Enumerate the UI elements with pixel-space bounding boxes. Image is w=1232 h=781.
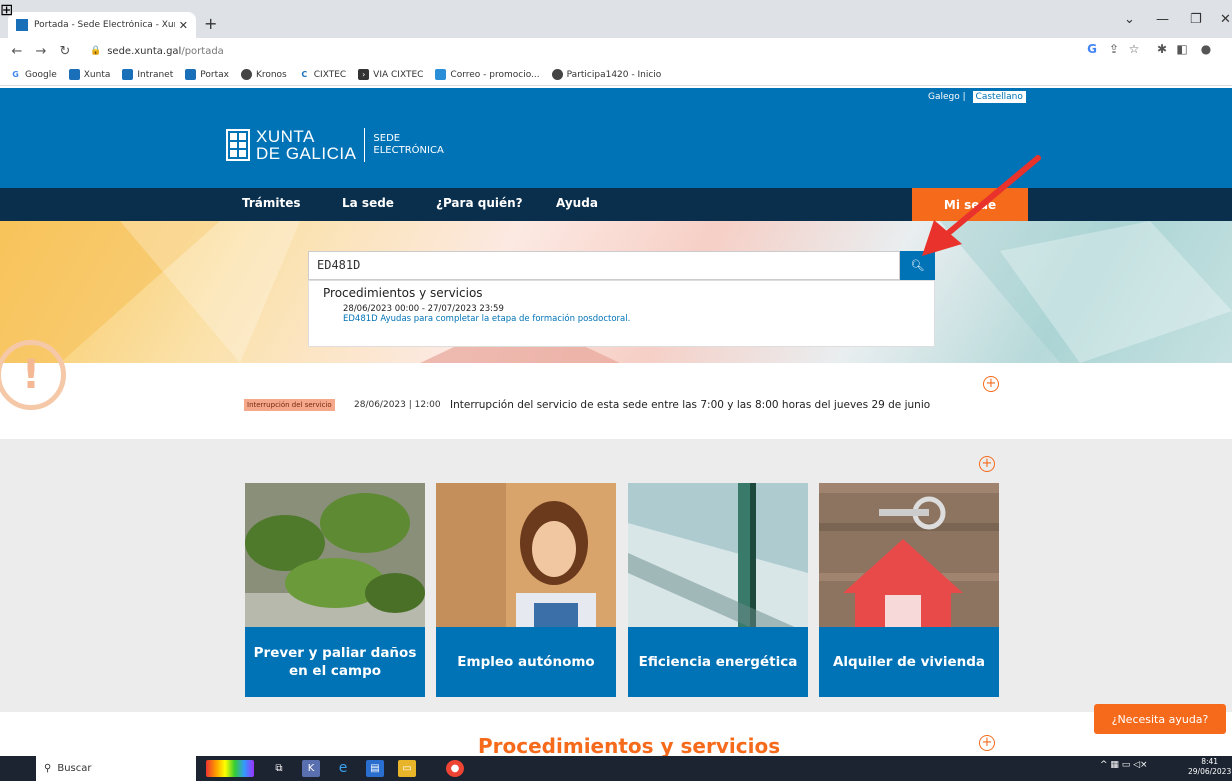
lang-castellano-link[interactable]: Castellano (972, 91, 1026, 103)
bookmark-cixtec[interactable]: C CIXTEC (299, 69, 346, 80)
card-label: Prever y paliar daños en el campo (245, 627, 425, 697)
bookmark-participa[interactable]: Participa1420 - Inicio (551, 69, 661, 80)
xunta-icon (122, 69, 134, 80)
menu-tramites[interactable]: Trámites (242, 196, 301, 210)
restore-icon[interactable]: ❐ (1190, 12, 1202, 27)
tab-close-icon[interactable]: ✕ (179, 19, 188, 32)
help-button[interactable]: ¿Necesita ayuda? (1094, 704, 1226, 734)
expand-featured-icon[interactable]: + (979, 456, 995, 472)
sidepanel-icon[interactable]: ◧ (1174, 42, 1190, 56)
back-icon[interactable]: ← (10, 44, 24, 59)
logo-line2: DE GALICIA (256, 144, 357, 163)
sede-line1: SEDE (373, 133, 401, 144)
forward-icon[interactable]: → (34, 44, 48, 59)
annotation-arrow-icon (922, 155, 1041, 256)
search-icon: ⚲ (44, 763, 52, 774)
card-prever[interactable]: Prever y paliar daños en el campo (245, 483, 425, 697)
procedures-heading: Procedimientos y servicios (478, 734, 781, 758)
pride-banner-icon (206, 760, 254, 777)
profile-icon[interactable]: ● (1198, 42, 1214, 56)
card-eficiencia[interactable]: Eficiencia energética (628, 483, 808, 697)
url-path: /portada (181, 45, 224, 57)
taskbar-clock[interactable]: 8:41 29/06/2023 (1188, 757, 1231, 777)
browser-tab[interactable]: Portada - Sede Electrónica - Xunt ✕ (8, 12, 196, 38)
taskbar-search-label: Buscar (57, 763, 92, 774)
card-label: Eficiencia energética (628, 627, 808, 697)
globe-icon (240, 69, 252, 80)
app-icon[interactable]: K (302, 760, 320, 777)
menu-para-quien[interactable]: ¿Para quién? (436, 196, 523, 210)
globe-icon (551, 69, 563, 80)
taskbar-search[interactable]: ⚲ Buscar (36, 756, 196, 781)
card-label: Alquiler de vivienda (819, 627, 999, 697)
language-switcher: Galego | Castellano (928, 91, 1026, 103)
xunta-logo[interactable]: XUNTA DE GALICIA SEDE ELECTRÓNICA (226, 128, 444, 162)
alert-text[interactable]: Interrupción del servicio de esta sede e… (450, 399, 930, 411)
bookmarks-bar: G Google Xunta Intranet Portax Kronos C CI… (0, 64, 1232, 86)
suggestions-heading: Procedimientos y servicios (323, 286, 483, 300)
chrome-icon[interactable]: ● (446, 760, 464, 777)
google-icon: G (12, 70, 19, 79)
new-tab-button[interactable]: + (204, 14, 217, 33)
expand-alerts-icon[interactable]: + (983, 376, 999, 392)
tab-title: Portada - Sede Electrónica - Xunt (34, 20, 175, 30)
clock-date: 29/06/2023 (1188, 767, 1232, 776)
clock-time: 8:41 (1201, 757, 1219, 766)
lang-galego-link[interactable]: Galego (928, 92, 960, 102)
bookmark-google[interactable]: G Google (10, 69, 57, 80)
lang-separator: | (962, 92, 966, 102)
search-suggestions: Procedimientos y servicios 28/06/2023 00… (308, 280, 935, 347)
menu-ayuda[interactable]: Ayuda (556, 196, 598, 210)
expand-procedures-icon[interactable]: + (979, 735, 995, 751)
windows-start-icon[interactable]: ⊞ (0, 0, 13, 19)
alert-date: 28/06/2023 | 12:00 (354, 400, 441, 410)
extensions-icon[interactable]: ✱ (1154, 42, 1170, 56)
bookmark-via-cixtec[interactable]: › VIA CIXTEC (358, 69, 423, 80)
tab-search-icon[interactable]: ⌄ (1124, 12, 1135, 27)
xunta-icon (185, 69, 197, 80)
suggestion-link[interactable]: ED481D Ayudas para completar la etapa de… (343, 314, 920, 324)
minimize-icon[interactable]: — (1156, 12, 1169, 27)
cixtec-icon: C (301, 70, 308, 79)
edge-icon[interactable]: e (334, 760, 352, 777)
sede-line2: ELECTRÓNICA (373, 145, 444, 156)
task-view-icon[interactable]: ⧉ (270, 760, 288, 777)
share-icon[interactable]: ⇪ (1106, 42, 1122, 56)
via-icon: › (358, 69, 370, 80)
document-icon[interactable]: ▤ (366, 760, 384, 777)
logo-divider (364, 128, 366, 162)
bookmark-portax[interactable]: Portax (185, 69, 229, 80)
logo-line1: XUNTA (256, 127, 315, 146)
bookmark-xunta[interactable]: Xunta (68, 69, 110, 80)
xunta-icon (68, 69, 80, 80)
file-explorer-icon[interactable]: ▭ (398, 760, 416, 777)
xunta-favicon-icon (16, 19, 28, 31)
suggestion-dates: 28/06/2023 00:00 - 27/07/2023 23:59 (343, 304, 504, 314)
card-alquiler[interactable]: Alquiler de vivienda (819, 483, 999, 697)
lock-icon: 🔒 (90, 46, 102, 56)
card-empleo[interactable]: Empleo autónomo (436, 483, 616, 697)
reload-icon[interactable]: ↻ (58, 44, 72, 59)
bookmark-correo[interactable]: Correo - promocio... (435, 69, 540, 80)
featured-section (0, 439, 1232, 712)
url-host: sede.xunta.gal (107, 45, 182, 57)
bookmark-star-icon[interactable]: ☆ (1126, 42, 1142, 56)
search-input[interactable]: ED481D (308, 251, 900, 280)
card-label: Empleo autónomo (436, 627, 616, 697)
system-tray[interactable]: ^ ▦ ▭ ◁× (1100, 760, 1148, 770)
status-badge: Interrupción del servicio (244, 399, 335, 411)
url-field[interactable]: 🔒 sede.xunta.gal/portada (90, 42, 224, 60)
galicia-emblem-icon (226, 129, 250, 161)
mail-icon (435, 69, 447, 80)
bookmark-intranet[interactable]: Intranet (122, 69, 173, 80)
bookmark-kronos[interactable]: Kronos (240, 69, 287, 80)
menu-la-sede[interactable]: La sede (342, 196, 394, 210)
google-icon[interactable]: G (1084, 42, 1100, 56)
close-window-icon[interactable]: ✕ (1220, 12, 1231, 27)
